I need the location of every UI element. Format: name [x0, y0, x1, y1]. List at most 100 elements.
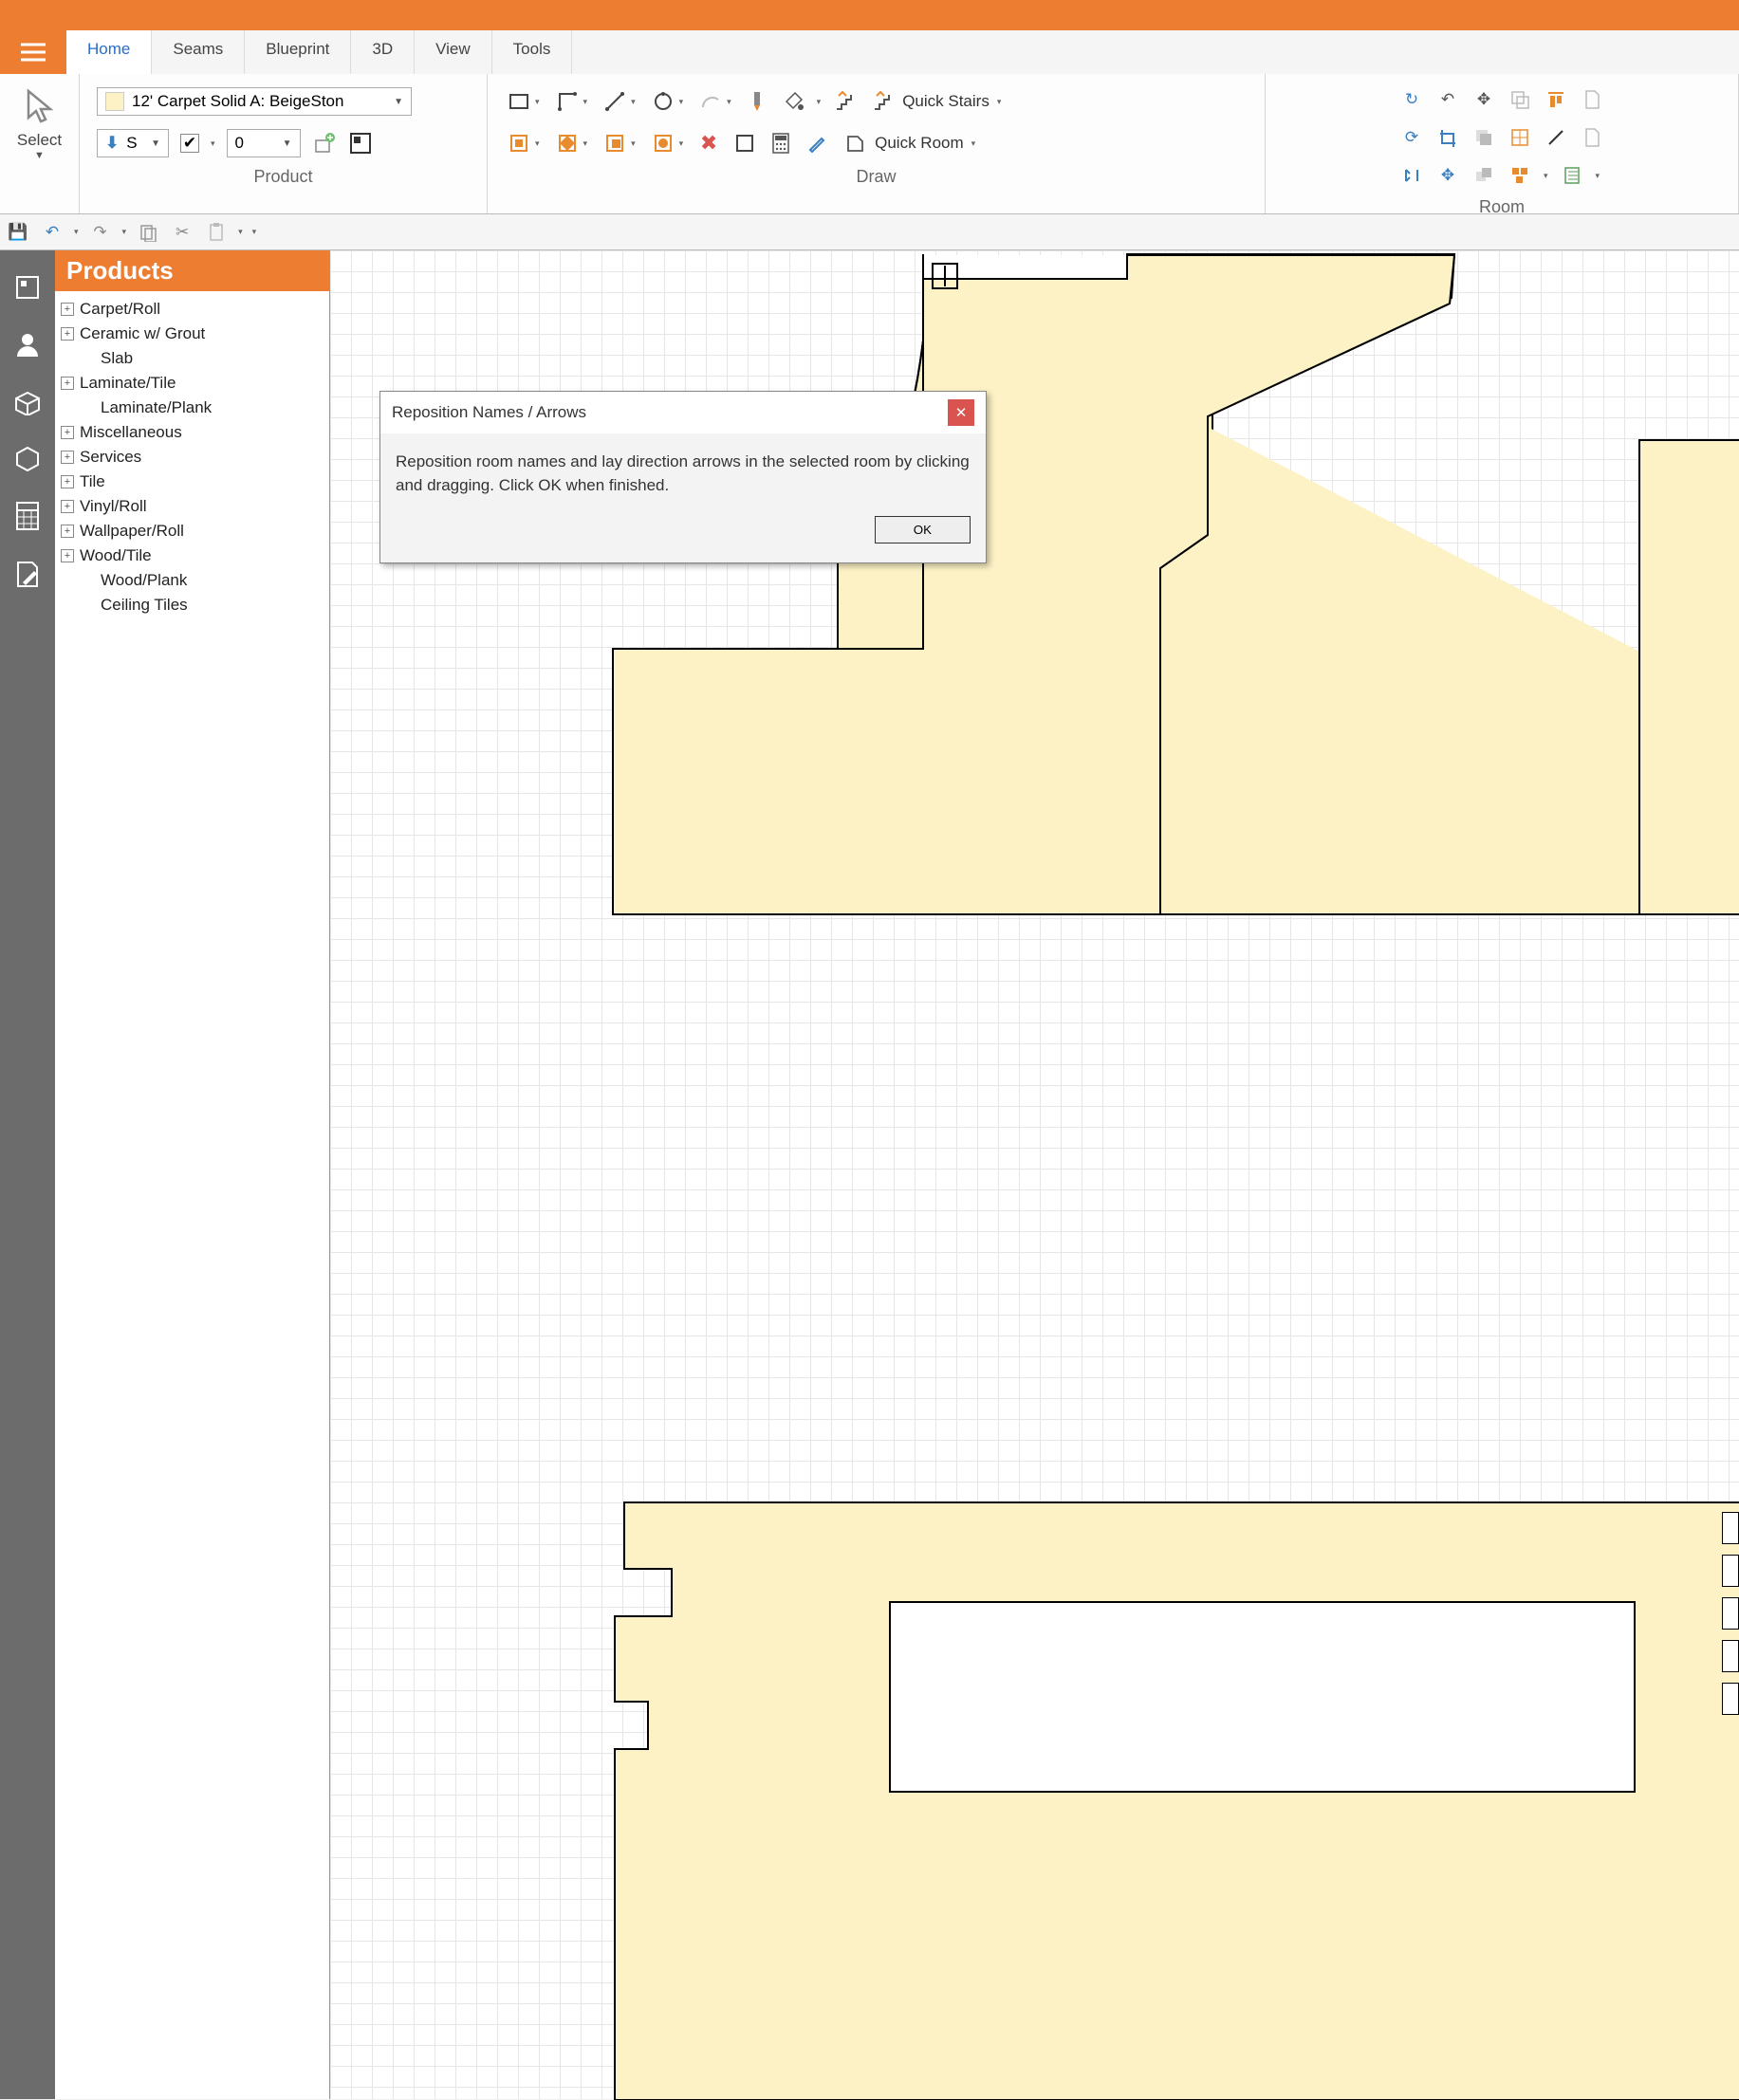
- tree-label: Wood/Plank: [101, 571, 187, 590]
- edge-marker[interactable]: [1722, 1683, 1739, 1715]
- pencil-icon[interactable]: [805, 131, 829, 156]
- tab-home[interactable]: Home: [66, 30, 152, 74]
- tree-label: Vinyl/Roll: [80, 497, 147, 516]
- rail-edit-doc-icon[interactable]: [13, 560, 42, 590]
- rotate-icon[interactable]: ↻: [1399, 87, 1424, 112]
- expand-icon[interactable]: ✥: [1435, 163, 1460, 188]
- tree-label: Slab: [101, 349, 133, 368]
- paint-bucket-icon[interactable]: [781, 89, 805, 114]
- align-top-icon[interactable]: [1544, 87, 1568, 112]
- expand-icon[interactable]: +: [61, 475, 74, 488]
- expand-icon[interactable]: +: [61, 303, 74, 316]
- expand-icon[interactable]: +: [61, 426, 74, 439]
- rail-worksheet-icon[interactable]: [13, 273, 42, 302]
- tree-item[interactable]: +Tile: [59, 470, 325, 494]
- ribbon-header: Home Seams Blueprint 3D View Tools: [0, 30, 1739, 74]
- calculator-icon[interactable]: [768, 131, 793, 156]
- tree-item[interactable]: +Miscellaneous: [59, 420, 325, 445]
- expand-icon[interactable]: +: [61, 327, 74, 341]
- refresh-icon[interactable]: ⟳: [1399, 125, 1424, 150]
- hatch-2[interactable]: ▾: [553, 129, 590, 157]
- save-icon[interactable]: 💾: [6, 220, 30, 245]
- tree-item[interactable]: +Services: [59, 445, 325, 470]
- arc-tool[interactable]: ▾: [696, 87, 733, 116]
- num-dropdown[interactable]: 0 ▼: [227, 129, 301, 157]
- rect-tool[interactable]: ▾: [505, 87, 542, 116]
- room-shape-2[interactable]: [501, 1483, 1739, 2100]
- outline-rect-icon[interactable]: [732, 131, 757, 156]
- tab-blueprint[interactable]: Blueprint: [245, 30, 351, 74]
- tree-item[interactable]: +Ceramic w/ Grout: [59, 322, 325, 346]
- crop-icon[interactable]: [1435, 125, 1460, 150]
- quick-stairs-button[interactable]: Quick Stairs ▾: [868, 87, 1003, 116]
- select-dropdown[interactable]: ▼: [34, 150, 45, 161]
- product-value: 12' Carpet Solid A: BeigeSton: [132, 92, 343, 111]
- rail-calculator-icon[interactable]: [14, 501, 41, 531]
- expand-icon[interactable]: +: [61, 377, 74, 390]
- line-tool[interactable]: ▾: [601, 87, 638, 116]
- cut-icon[interactable]: ✂: [170, 220, 194, 245]
- tree-item[interactable]: Slab: [59, 346, 325, 371]
- qat-customize[interactable]: ▾: [252, 227, 257, 237]
- tree-item[interactable]: + Vinyl/Roll: [59, 494, 325, 519]
- rail-box-icon[interactable]: [13, 444, 42, 472]
- tree-item[interactable]: Ceiling Tiles: [59, 593, 325, 617]
- redo-icon[interactable]: ↷: [88, 220, 113, 245]
- layout-icon[interactable]: [348, 131, 373, 156]
- edge-marker[interactable]: [1722, 1512, 1739, 1544]
- undo-icon[interactable]: ↶: [40, 220, 65, 245]
- flip-v-icon[interactable]: [1399, 163, 1424, 188]
- hatch-3[interactable]: ▾: [601, 129, 638, 157]
- copy-shape-icon[interactable]: [1508, 87, 1532, 112]
- copy-icon[interactable]: [136, 220, 160, 245]
- edge-marker[interactable]: [1722, 1640, 1739, 1672]
- tree-item[interactable]: Laminate/Plank: [59, 396, 325, 420]
- tree-item[interactable]: +Wood/Tile: [59, 543, 325, 568]
- app-menu-button[interactable]: [0, 30, 66, 74]
- product-dropdown[interactable]: 12' Carpet Solid A: BeigeSton ▼: [97, 87, 412, 116]
- cursor-icon[interactable]: [23, 87, 57, 125]
- quick-room-button[interactable]: Quick Room ▾: [841, 129, 977, 157]
- doc-icon[interactable]: [1580, 87, 1604, 112]
- circle-tool[interactable]: ▾: [649, 87, 686, 116]
- tree-item[interactable]: Wood/Plank: [59, 568, 325, 593]
- tree-item[interactable]: + Carpet/Roll: [59, 297, 325, 322]
- paint-marker-icon[interactable]: [745, 89, 769, 114]
- tree-item[interactable]: +Wallpaper/Roll: [59, 519, 325, 543]
- tab-view[interactable]: View: [415, 30, 492, 74]
- corner-tool[interactable]: ▾: [553, 87, 590, 116]
- tab-3d[interactable]: 3D: [351, 30, 415, 74]
- rail-user-icon[interactable]: [13, 330, 42, 359]
- tree-label: Carpet/Roll: [80, 300, 160, 319]
- paste-icon[interactable]: [204, 220, 229, 245]
- sheet-icon[interactable]: [1580, 125, 1604, 150]
- add-product-icon[interactable]: [312, 131, 337, 156]
- list-icon[interactable]: [1560, 163, 1584, 188]
- close-icon[interactable]: ✕: [948, 399, 974, 426]
- undo-curve-icon[interactable]: ↶: [1435, 87, 1460, 112]
- tab-tools[interactable]: Tools: [492, 30, 573, 74]
- edge-marker[interactable]: [1722, 1597, 1739, 1630]
- rail-box-open-icon[interactable]: [12, 387, 43, 415]
- diag-line-icon[interactable]: [1544, 125, 1568, 150]
- shape-union-icon[interactable]: [1471, 163, 1496, 188]
- expand-icon[interactable]: +: [61, 549, 74, 562]
- tab-seams[interactable]: Seams: [152, 30, 245, 74]
- stairs-icon-1[interactable]: [832, 89, 857, 114]
- hatch-4[interactable]: ▾: [649, 129, 686, 157]
- s-dropdown[interactable]: ⬇ S ▼: [97, 129, 169, 157]
- hatch-1[interactable]: ▾: [505, 129, 542, 157]
- tree-item[interactable]: +Laminate/Tile: [59, 371, 325, 396]
- delete-icon[interactable]: ✖: [696, 131, 721, 156]
- layers-icon[interactable]: [1471, 125, 1496, 150]
- expand-icon[interactable]: +: [61, 451, 74, 464]
- ok-button[interactable]: OK: [875, 516, 971, 543]
- edge-marker[interactable]: [1722, 1555, 1739, 1587]
- dialog-titlebar[interactable]: Reposition Names / Arrows ✕: [380, 392, 986, 433]
- three-squares-icon[interactable]: [1508, 163, 1532, 188]
- grid-icon[interactable]: [1508, 125, 1532, 150]
- checkbox[interactable]: ✔: [180, 134, 199, 153]
- expand-icon[interactable]: +: [61, 525, 74, 538]
- expand-icon[interactable]: +: [61, 500, 74, 513]
- move-icon[interactable]: ✥: [1471, 87, 1496, 112]
